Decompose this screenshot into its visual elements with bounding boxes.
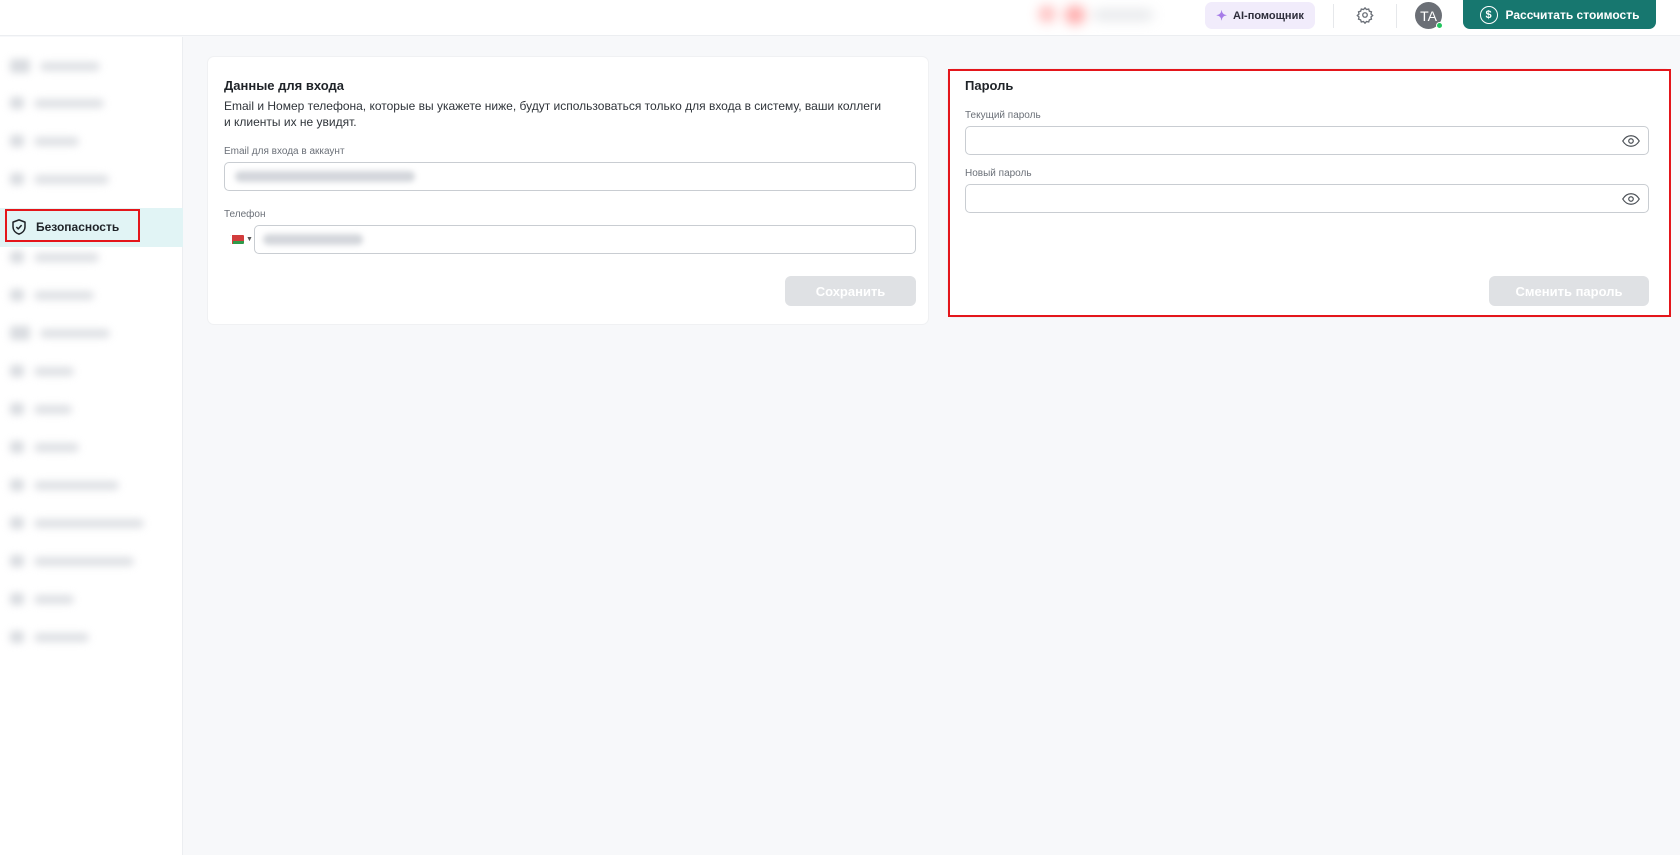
belarus-flag-icon xyxy=(230,234,244,244)
sidebar-item-label: Безопасность xyxy=(36,220,120,234)
login-card-description: Email и Номер телефона, которые вы укаже… xyxy=(224,99,882,129)
login-card-title: Данные для входа xyxy=(224,78,344,93)
login-data-card: Данные для входа Email и Номер телефона,… xyxy=(208,57,928,324)
save-button[interactable]: Сохранить xyxy=(785,276,916,306)
sidebar-item-security[interactable]: Безопасность xyxy=(0,208,183,247)
calculate-cost-label: Рассчитать стоимость xyxy=(1505,7,1640,22)
blurred-email-value xyxy=(235,171,415,182)
blurred-phone-value xyxy=(263,234,363,245)
phone-field[interactable] xyxy=(254,225,916,254)
online-status-dot xyxy=(1436,22,1443,29)
dollar-coin-icon: $ xyxy=(1479,5,1498,24)
shield-check-icon xyxy=(12,219,26,235)
avatar-initials: TA xyxy=(1420,7,1437,24)
new-password-field[interactable] xyxy=(965,184,1649,213)
change-password-button[interactable]: Сменить пароль xyxy=(1489,276,1649,306)
divider xyxy=(1396,4,1397,28)
ai-assistant-button[interactable]: ✦ AI-помощник xyxy=(1205,2,1315,29)
phone-label: Телефон xyxy=(224,209,266,220)
new-password-label: Новый пароль xyxy=(965,168,1032,179)
eye-icon[interactable] xyxy=(1622,135,1640,147)
divider xyxy=(1333,4,1334,28)
chevron-down-icon: ▼ xyxy=(246,235,253,243)
current-password-label: Текущий пароль xyxy=(965,110,1041,121)
calculate-cost-button[interactable]: $ Рассчитать стоимость xyxy=(1463,0,1656,29)
country-select[interactable]: ▼ xyxy=(230,232,256,246)
ai-assistant-label: AI-помощник xyxy=(1233,9,1304,22)
eye-icon[interactable] xyxy=(1622,193,1640,205)
email-field[interactable] xyxy=(224,162,916,191)
sparkles-icon: ✦ xyxy=(1216,7,1228,23)
gear-icon[interactable] xyxy=(1355,5,1375,25)
email-label: Email для входа в аккаунт xyxy=(224,146,345,157)
current-password-field[interactable] xyxy=(965,126,1649,155)
avatar[interactable]: TA xyxy=(1415,2,1443,29)
top-bar: ✦ AI-помощник TA $ Рассчитать стоимость xyxy=(0,0,1680,36)
password-card-title: Пароль xyxy=(965,78,1014,93)
sidebar: Безопасность xyxy=(0,37,183,855)
password-card: Пароль Текущий пароль Новый пароль Смени… xyxy=(948,69,1670,317)
blurred-header-content xyxy=(1035,4,1165,26)
